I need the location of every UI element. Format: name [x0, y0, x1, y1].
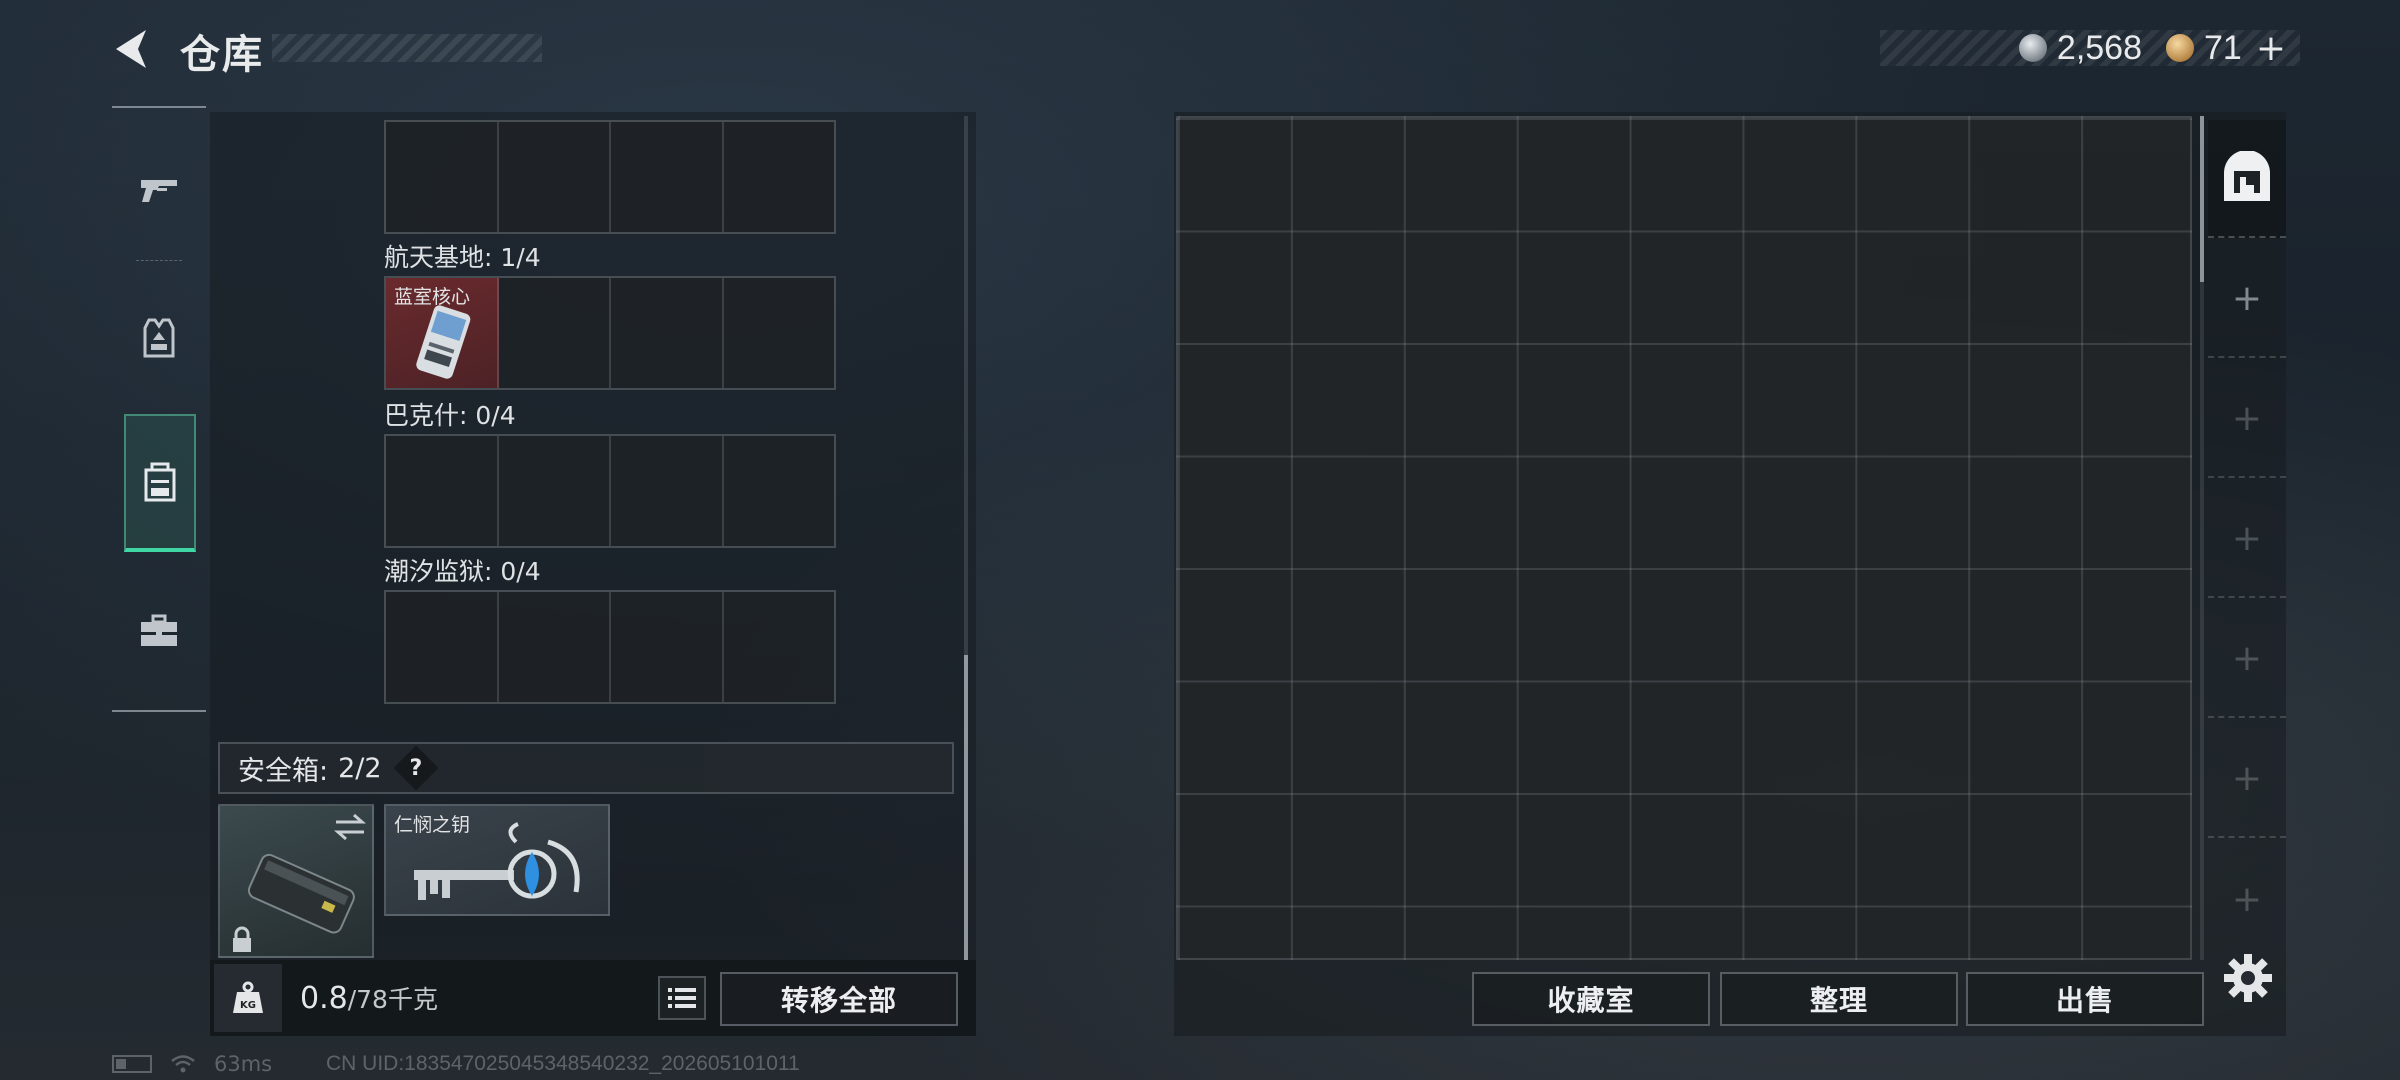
safe-box-header: 安全箱: 2/2 ? — [218, 742, 954, 794]
gold-currency-value: 71 — [2204, 28, 2242, 67]
section-label: 巴克什: 0/4 — [384, 401, 516, 430]
svg-text:KG: KG — [240, 1000, 256, 1011]
add-stash-page-button[interactable]: + — [2208, 840, 2286, 958]
armor-vest-icon — [143, 318, 175, 358]
collection-room-button[interactable]: 收藏室 — [1472, 972, 1710, 1026]
help-icon[interactable]: ? — [392, 745, 439, 791]
battery-icon — [112, 1055, 152, 1073]
add-stash-page-button[interactable]: + — [2208, 480, 2286, 598]
weight-icon: KG — [214, 964, 282, 1032]
container-grid[interactable] — [384, 590, 836, 704]
scrollbar-thumb[interactable] — [2200, 116, 2204, 282]
weight-readout: 0.8/78千克 — [300, 980, 438, 1016]
sidebar-item-backpack[interactable] — [124, 414, 196, 552]
add-stash-page-button[interactable]: + — [2208, 360, 2286, 478]
safe-box-slot[interactable] — [218, 804, 374, 958]
safe-box-count: 2/2 — [338, 752, 382, 784]
stash-page-main[interactable] — [2208, 120, 2286, 238]
add-currency-button[interactable]: + — [2256, 28, 2286, 69]
container-grid[interactable] — [384, 120, 836, 234]
list-view-button[interactable] — [658, 976, 706, 1020]
add-stash-page-button[interactable]: + — [2208, 720, 2286, 838]
swap-icon[interactable] — [332, 812, 368, 842]
section-label: 航天基地: 1/4 — [384, 243, 541, 272]
stash-page-column: + + + + + + — [2208, 116, 2286, 960]
item-label: 蓝室核心 — [394, 286, 471, 308]
keycard-icon — [416, 305, 471, 379]
stash-grid[interactable] — [1176, 116, 2192, 960]
section-label: 潮汐监狱: 0/4 — [384, 557, 541, 586]
title-decoration — [272, 34, 542, 62]
add-stash-page-button[interactable]: + — [2208, 600, 2286, 718]
gear-icon[interactable] — [2222, 952, 2274, 1004]
gold-coin-icon — [2166, 34, 2194, 62]
pistol-icon — [141, 180, 177, 202]
user-uid: CN UID:183547025045348540232_20260510101… — [326, 1052, 800, 1075]
weight-current: 0.8 — [300, 981, 348, 1016]
silver-currency-value: 2,568 — [2056, 28, 2142, 67]
safe-box-label: 安全箱: — [238, 755, 329, 787]
inventory-item[interactable]: 仁悯之钥 — [384, 804, 610, 916]
silver-coin-icon — [2018, 34, 2047, 62]
transfer-all-button[interactable]: 转移全部 — [720, 972, 958, 1026]
sidebar-item-armor[interactable] — [112, 268, 206, 408]
wifi-icon — [171, 1055, 195, 1073]
currency-bar: 2,568 71 + — [1880, 28, 2300, 69]
key-icon — [414, 822, 580, 900]
container-grid[interactable]: 蓝室核心 — [384, 276, 836, 390]
container-grid[interactable] — [384, 434, 836, 548]
lock-icon — [233, 926, 251, 952]
category-sidebar — [112, 106, 206, 712]
backpack-icon — [144, 462, 176, 502]
scrollbar-thumb[interactable] — [964, 655, 968, 960]
sell-button[interactable]: 出售 — [1966, 972, 2204, 1026]
back-arrow-icon[interactable] — [110, 26, 156, 72]
inventory-item[interactable]: 蓝室核心 — [386, 278, 499, 388]
add-stash-page-button[interactable]: + — [2208, 240, 2286, 358]
ping-readout: 63ms — [214, 1052, 273, 1076]
organize-button[interactable]: 整理 — [1720, 972, 1958, 1026]
list-icon — [668, 988, 696, 1008]
page-title: 仓库 — [180, 32, 264, 78]
sidebar-item-toolbox[interactable] — [112, 560, 206, 700]
weight-capacity: /78千克 — [347, 985, 438, 1014]
toolbox-icon — [141, 614, 177, 646]
sidebar-item-weapons[interactable] — [112, 120, 206, 260]
stash-house-icon — [2224, 151, 2270, 201]
status-bar: 63ms — [112, 1052, 272, 1076]
